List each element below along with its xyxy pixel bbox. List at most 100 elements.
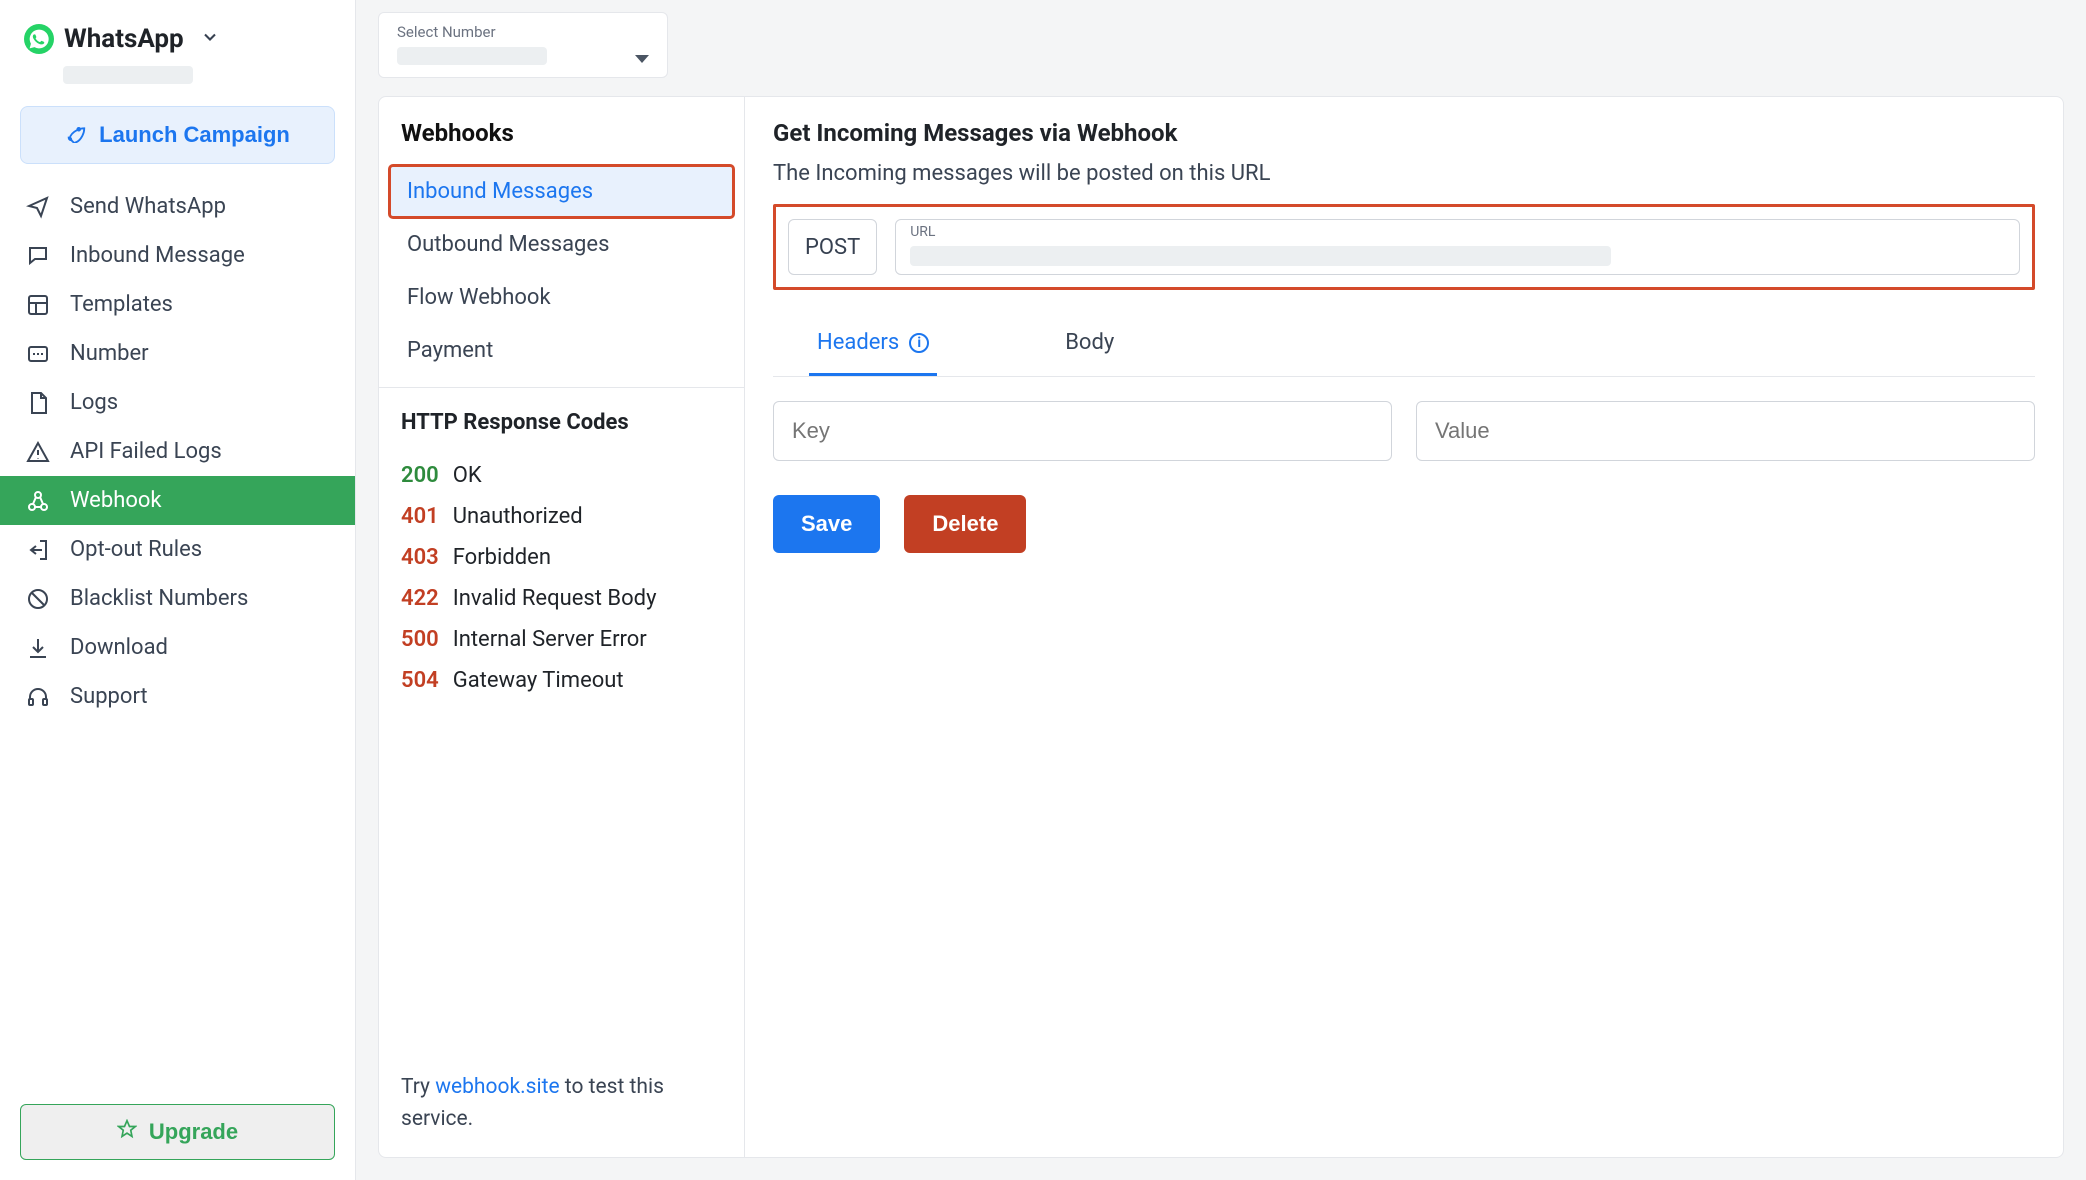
delete-button[interactable]: Delete <box>904 495 1026 553</box>
webhooks-list: Webhooks Inbound Messages Outbound Messa… <box>379 97 744 388</box>
upgrade-button[interactable]: Upgrade <box>20 1104 335 1160</box>
http-code-row: 200OK <box>401 455 722 496</box>
sidebar-item-label: API Failed Logs <box>70 439 222 464</box>
sidebar-item-templates[interactable]: Templates <box>0 280 355 329</box>
header-value-input[interactable] <box>1416 401 2035 461</box>
sidebar-item-label: Templates <box>70 292 173 317</box>
sidebar-item-inbound-message[interactable]: Inbound Message <box>0 231 355 280</box>
webhook-site-link[interactable]: webhook.site <box>435 1075 559 1099</box>
sidebar-item-logs[interactable]: Logs <box>0 378 355 427</box>
download-icon <box>24 636 52 660</box>
sidebar-item-label: Download <box>70 635 168 660</box>
paper-plane-icon <box>24 195 52 219</box>
sidebar-item-label: Support <box>70 684 148 709</box>
sidebar-item-label: Send WhatsApp <box>70 194 226 219</box>
chat-icon <box>24 244 52 268</box>
info-icon[interactable]: i <box>909 333 929 353</box>
sidebar-item-blacklist-numbers[interactable]: Blacklist Numbers <box>0 574 355 623</box>
star-icon <box>117 1119 137 1145</box>
brand-header[interactable]: WhatsApp <box>0 12 355 62</box>
sidebar-item-label: Number <box>70 341 149 366</box>
header-kv-row <box>773 401 2035 461</box>
header-key-input[interactable] <box>773 401 1392 461</box>
webhook-item-payment[interactable]: Payment <box>389 324 734 377</box>
sidebar-item-label: Opt-out Rules <box>70 537 202 562</box>
sidebar-nav: Send WhatsApp Inbound Message Templates … <box>0 182 355 1104</box>
launch-campaign-button[interactable]: Launch Campaign <box>20 106 335 164</box>
http-code-desc: Forbidden <box>453 545 551 570</box>
http-codes-section: HTTP Response Codes 200OK 401 Unauthorize… <box>379 388 744 1157</box>
webhooks-panel: Webhooks Inbound Messages Outbound Messa… <box>379 97 745 1157</box>
launch-campaign-label: Launch Campaign <box>99 122 290 148</box>
http-codes-title: HTTP Response Codes <box>401 410 722 435</box>
sidebar-item-number[interactable]: Number <box>0 329 355 378</box>
config-panel: Get Incoming Messages via Webhook The In… <box>745 97 2063 1157</box>
sidebar-item-download[interactable]: Download <box>0 623 355 672</box>
sidebar-item-label: Logs <box>70 390 118 415</box>
sidebar-item-opt-out-rules[interactable]: Opt-out Rules <box>0 525 355 574</box>
tab-label: Headers <box>817 330 899 355</box>
url-box: POST URL <box>773 204 2035 290</box>
http-code-desc: Invalid Request Body <box>453 586 657 611</box>
footer-prefix: Try <box>401 1075 435 1099</box>
number-select-value-masked <box>397 47 547 65</box>
tab-headers[interactable]: Headers i <box>809 316 937 376</box>
webhook-item-label: Outbound Messages <box>407 232 609 257</box>
http-code-desc: Unauthorized <box>453 504 583 529</box>
http-code-desc: Gateway Timeout <box>453 668 624 693</box>
warning-icon <box>24 440 52 464</box>
config-description: The Incoming messages will be posted on … <box>773 161 2035 186</box>
exit-icon <box>24 538 52 562</box>
upgrade-label: Upgrade <box>149 1119 238 1145</box>
number-select[interactable]: Select Number <box>378 12 668 78</box>
webhook-item-outbound-messages[interactable]: Outbound Messages <box>389 218 734 271</box>
sidebar-item-label: Webhook <box>70 488 162 513</box>
brand-title: WhatsApp <box>64 24 184 54</box>
tab-body[interactable]: Body <box>1057 316 1122 376</box>
sidebar: WhatsApp Launch Campaign Send WhatsApp I… <box>0 0 356 1180</box>
sidebar-item-send-whatsapp[interactable]: Send WhatsApp <box>0 182 355 231</box>
http-code-row: 403Forbidden <box>401 537 722 578</box>
http-code-row: 500 Internal Server Error <box>401 619 722 660</box>
webhook-item-inbound-messages[interactable]: Inbound Messages <box>389 165 734 218</box>
chevron-down-icon <box>200 24 220 54</box>
http-code-desc: OK <box>453 463 482 488</box>
sidebar-item-support[interactable]: Support <box>0 672 355 721</box>
http-code-row: 422 Invalid Request Body <box>401 578 722 619</box>
number-icon <box>24 342 52 366</box>
file-icon <box>24 391 52 415</box>
http-code: 401 <box>401 504 439 529</box>
webhook-icon <box>24 489 52 513</box>
button-row: Save Delete <box>773 495 2035 553</box>
http-code: 422 <box>401 586 439 611</box>
webhook-item-label: Inbound Messages <box>407 179 593 204</box>
http-code-row: 401 Unauthorized <box>401 496 722 537</box>
webhook-item-label: Payment <box>407 338 493 363</box>
sidebar-item-webhook[interactable]: Webhook <box>0 476 355 525</box>
main-area: Select Number Webhooks Inbound Messages … <box>356 0 2086 1180</box>
webhooks-footer: Try webhook.site to test this service. <box>401 1048 722 1135</box>
sidebar-item-label: Blacklist Numbers <box>70 586 248 611</box>
webhooks-title: Webhooks <box>379 119 744 165</box>
http-method-badge: POST <box>788 219 877 275</box>
tab-label: Body <box>1065 330 1114 355</box>
http-method-label: POST <box>805 235 860 260</box>
number-select-label: Select Number <box>397 23 651 41</box>
headphones-icon <box>24 685 52 709</box>
tabs: Headers i Body <box>773 316 2035 377</box>
save-button[interactable]: Save <box>773 495 880 553</box>
rocket-icon <box>65 121 87 149</box>
whatsapp-logo-icon <box>24 24 54 54</box>
http-code: 504 <box>401 668 439 693</box>
sidebar-item-api-failed-logs[interactable]: API Failed Logs <box>0 427 355 476</box>
http-code-desc: Internal Server Error <box>453 627 647 652</box>
webhook-item-label: Flow Webhook <box>407 285 551 310</box>
url-field-label: URL <box>910 224 935 240</box>
http-code: 500 <box>401 627 439 652</box>
brand-subtitle-masked <box>63 66 193 84</box>
caret-down-icon <box>635 55 649 63</box>
layout-icon <box>24 293 52 317</box>
sidebar-item-label: Inbound Message <box>70 243 245 268</box>
webhook-item-flow-webhook[interactable]: Flow Webhook <box>389 271 734 324</box>
url-input[interactable]: URL <box>895 219 2020 275</box>
